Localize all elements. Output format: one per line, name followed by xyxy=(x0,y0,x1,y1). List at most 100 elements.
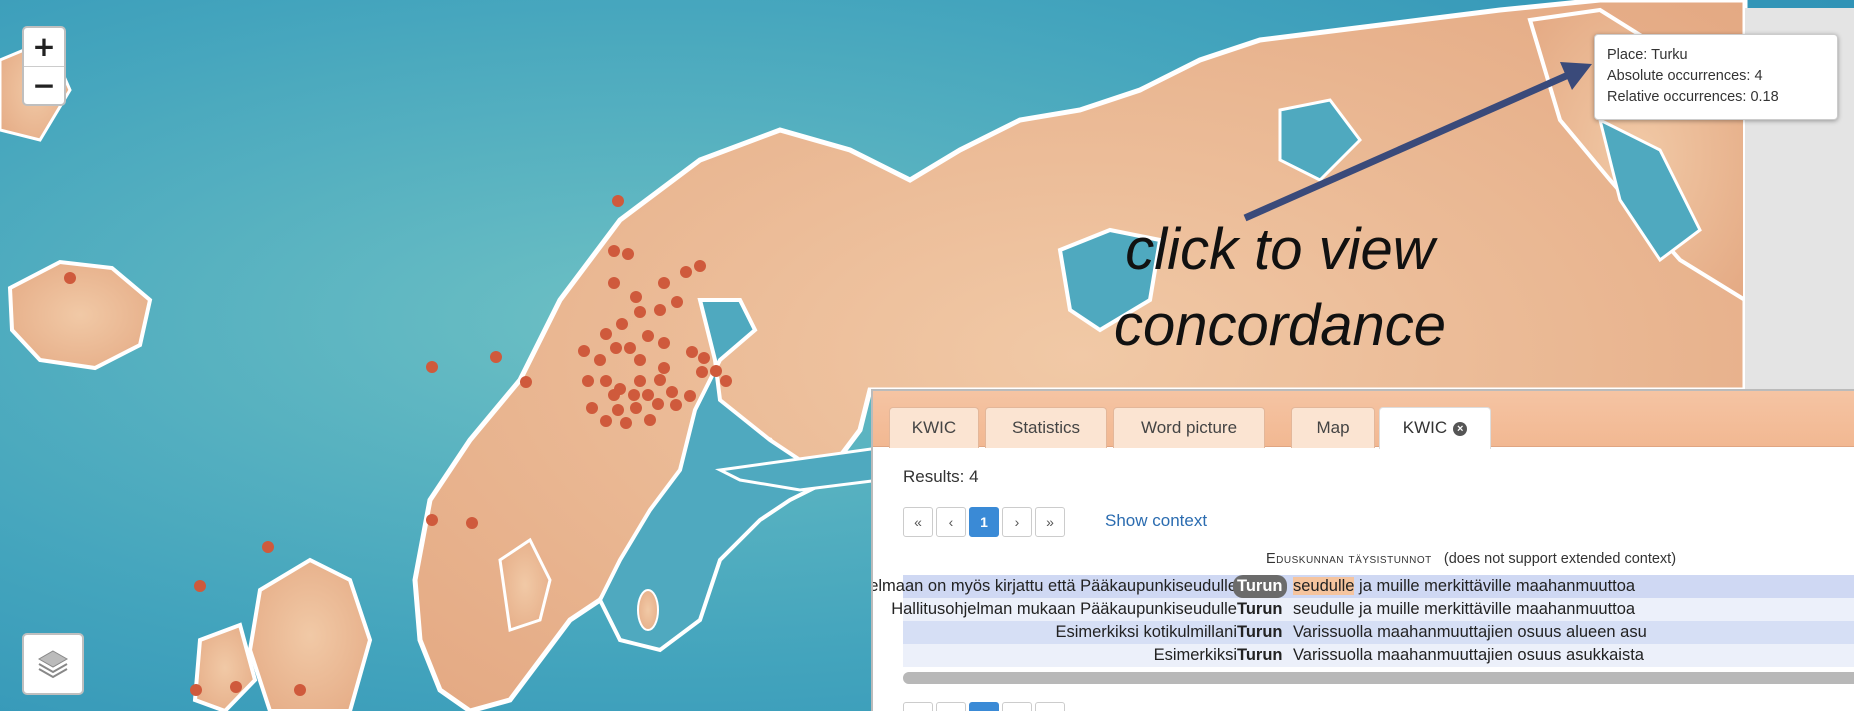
place-marker[interactable] xyxy=(578,345,590,357)
kwic-row[interactable]: Hallitusohjelman mukaan Pääkaupunkiseudu… xyxy=(891,598,1854,621)
kwic-right-context: Varissuolla maahanmuuttajien osuus asukk… xyxy=(1293,646,1644,664)
kwic-row[interactable]: Esimerkiksi Turun Varissuolla maahanmuut… xyxy=(903,644,1854,667)
pager-last-button[interactable]: » xyxy=(1035,507,1065,537)
corpus-header: Eduskunnan täysistunnot (does not suppor… xyxy=(1266,551,1676,567)
corpus-name: Eduskunnan täysistunnot xyxy=(1266,551,1432,567)
place-marker[interactable] xyxy=(586,402,598,414)
layers-button[interactable] xyxy=(22,633,84,695)
pager-next-button[interactable]: › xyxy=(1002,507,1032,537)
tab-kwic[interactable]: KWIC xyxy=(889,407,979,448)
place-marker[interactable] xyxy=(426,361,438,373)
place-marker[interactable] xyxy=(680,266,692,278)
place-marker[interactable] xyxy=(600,415,612,427)
kwic-right-text: ja muille merkittäville maahanmuuttoa xyxy=(1354,577,1636,595)
close-circle-icon[interactable]: × xyxy=(1453,422,1468,436)
annotation-text: click to view concordance xyxy=(1080,212,1480,364)
place-marker[interactable] xyxy=(262,541,274,553)
place-marker[interactable] xyxy=(600,375,612,387)
annotation-line1: click to view xyxy=(1125,217,1435,282)
place-marker[interactable] xyxy=(658,362,670,374)
place-marker[interactable] xyxy=(642,330,654,342)
place-marker[interactable] xyxy=(652,398,664,410)
kwic-row[interactable]: Hallitusohjelmaan on myös kirjattu että … xyxy=(873,575,1854,598)
place-marker[interactable] xyxy=(671,296,683,308)
zoom-out-button[interactable]: − xyxy=(24,67,64,104)
place-marker[interactable] xyxy=(654,374,666,386)
place-marker[interactable] xyxy=(666,386,678,398)
place-marker[interactable] xyxy=(194,580,206,592)
kwic-match[interactable]: Turun xyxy=(1237,644,1283,667)
place-marker[interactable] xyxy=(710,365,722,377)
place-marker[interactable] xyxy=(686,346,698,358)
place-marker[interactable] xyxy=(698,352,710,364)
pager-prev-button[interactable]: ‹ xyxy=(936,507,966,537)
place-marker[interactable] xyxy=(426,514,438,526)
place-marker[interactable] xyxy=(630,291,642,303)
scrollbar-thumb[interactable] xyxy=(903,672,1854,684)
place-marker[interactable] xyxy=(610,342,622,354)
place-marker[interactable] xyxy=(466,517,478,529)
kwic-right-highlight: seudulle xyxy=(1293,577,1355,595)
kwic-match[interactable]: Turun xyxy=(1237,621,1283,644)
place-marker[interactable] xyxy=(630,402,642,414)
tooltip-relative: Relative occurrences: 0.18 xyxy=(1607,89,1779,105)
place-marker[interactable] xyxy=(190,684,202,696)
place-marker[interactable] xyxy=(658,277,670,289)
place-marker[interactable] xyxy=(654,304,666,316)
place-marker[interactable] xyxy=(490,351,502,363)
pager-top: « ‹ 1 › » xyxy=(903,507,1068,537)
place-marker[interactable] xyxy=(634,306,646,318)
place-marker[interactable] xyxy=(696,366,708,378)
place-marker[interactable] xyxy=(582,375,594,387)
tab-kwic-turku[interactable]: KWIC × xyxy=(1379,407,1491,449)
tab-word-picture[interactable]: Word picture xyxy=(1113,407,1265,448)
pager-bottom-next[interactable] xyxy=(1002,702,1032,711)
place-marker[interactable] xyxy=(608,245,620,257)
tab-bar: KWIC Statistics Word picture Map KWIC × xyxy=(873,391,1854,449)
kwic-right-context: seudulle ja muille merkittäville maahanm… xyxy=(1293,575,1635,598)
place-marker[interactable] xyxy=(230,681,242,693)
pager-bottom-current[interactable] xyxy=(969,702,999,711)
place-marker[interactable] xyxy=(594,354,606,366)
pager-bottom-first[interactable] xyxy=(903,702,933,711)
place-marker[interactable] xyxy=(670,399,682,411)
place-marker[interactable] xyxy=(520,376,532,388)
place-marker[interactable] xyxy=(620,417,632,429)
place-marker[interactable] xyxy=(644,414,656,426)
place-marker[interactable] xyxy=(628,389,640,401)
place-marker[interactable] xyxy=(616,318,628,330)
kwic-match[interactable]: Turun xyxy=(1237,598,1283,621)
kwic-row[interactable]: Esimerkiksi kotikulmillani Turun Varissu… xyxy=(903,621,1854,644)
place-marker[interactable] xyxy=(64,272,76,284)
zoom-control[interactable]: + − xyxy=(22,26,66,106)
place-marker[interactable] xyxy=(612,195,624,207)
place-marker[interactable] xyxy=(608,277,620,289)
show-context-link[interactable]: Show context xyxy=(1105,511,1207,531)
place-marker[interactable] xyxy=(658,337,670,349)
pager-bottom-prev[interactable] xyxy=(936,702,966,711)
place-marker[interactable] xyxy=(694,260,706,272)
tab-map[interactable]: Map xyxy=(1291,407,1375,448)
zoom-in-button[interactable]: + xyxy=(24,28,64,67)
horizontal-scrollbar[interactable] xyxy=(903,672,1854,684)
place-marker[interactable] xyxy=(608,389,620,401)
place-marker[interactable] xyxy=(634,375,646,387)
place-marker[interactable] xyxy=(624,342,636,354)
place-marker[interactable] xyxy=(720,375,732,387)
pager-page-1[interactable]: 1 xyxy=(969,507,999,537)
place-marker[interactable] xyxy=(642,389,654,401)
kwic-panel: KWIC Statistics Word picture Map KWIC × R… xyxy=(871,389,1854,711)
pager-bottom-last[interactable] xyxy=(1035,702,1065,711)
place-marker[interactable] xyxy=(612,404,624,416)
place-marker[interactable] xyxy=(600,328,612,340)
tooltip-place: Place: Turku xyxy=(1607,47,1688,63)
pager-first-button[interactable]: « xyxy=(903,507,933,537)
kwic-match[interactable]: Turun xyxy=(1233,575,1287,598)
pager-bottom xyxy=(903,702,1068,711)
tooltip-absolute: Absolute occurrences: 4 xyxy=(1607,68,1763,84)
place-marker[interactable] xyxy=(294,684,306,696)
place-marker[interactable] xyxy=(622,248,634,260)
place-marker[interactable] xyxy=(684,390,696,402)
place-marker[interactable] xyxy=(634,354,646,366)
tab-statistics[interactable]: Statistics xyxy=(985,407,1107,448)
